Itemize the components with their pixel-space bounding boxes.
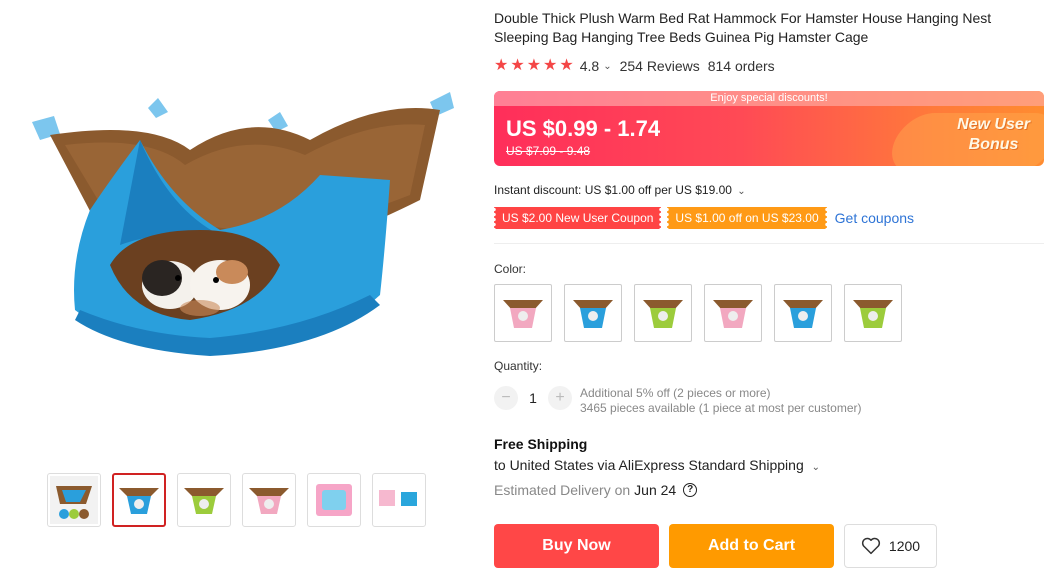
thumbnail-3[interactable] xyxy=(177,473,231,527)
quantity-increase-button[interactable]: + xyxy=(548,386,572,410)
bulk-discount-note: Additional 5% off (2 pieces or more) xyxy=(580,386,771,400)
instant-discount[interactable]: Instant discount: US $1.00 off per US $1… xyxy=(494,183,746,197)
buy-now-button[interactable]: Buy Now xyxy=(494,524,659,568)
action-buttons: Buy Now Add to Cart 1200 xyxy=(494,524,937,568)
thumbnail-2[interactable] xyxy=(112,473,166,527)
quantity-input[interactable]: 1 xyxy=(518,386,548,410)
chevron-down-icon: ⌄ xyxy=(737,186,746,197)
quantity-label: Quantity: xyxy=(494,359,543,373)
star-icon: ★ xyxy=(510,57,525,74)
color-label: Color: xyxy=(494,262,527,276)
color-option-pink[interactable] xyxy=(494,284,552,342)
bonus-line-2: Bonus xyxy=(968,136,1019,153)
add-to-cart-button[interactable]: Add to Cart xyxy=(669,524,834,568)
get-coupons-link[interactable]: Get coupons xyxy=(835,210,914,226)
coupon-row: US $2.00 New User Coupon US $1.00 off on… xyxy=(494,207,914,229)
quantity-info: Additional 5% off (2 pieces or more) 346… xyxy=(580,386,861,416)
estimated-delivery: Estimated Delivery on Jun 24 ? xyxy=(494,482,698,498)
orders-count: 814 orders xyxy=(707,58,775,74)
original-price: US $7.09 - 9.48 xyxy=(506,144,591,158)
shipping-method[interactable]: to United States via AliExpress Standard… xyxy=(494,457,820,473)
quantity-stepper: − 1 + Additional 5% off (2 pieces or mor… xyxy=(494,386,861,416)
thumbnail-6[interactable] xyxy=(372,473,426,527)
help-icon[interactable]: ? xyxy=(683,483,698,497)
product-main-image[interactable] xyxy=(20,80,465,380)
shipping-title: Free Shipping xyxy=(494,436,588,452)
thumbnail-1[interactable] xyxy=(47,473,101,527)
star-icon: ★ xyxy=(543,57,558,74)
color-option-green-2[interactable] xyxy=(844,284,902,342)
reviews-link[interactable]: 254 Reviews xyxy=(620,58,700,74)
bonus-line-1: New User xyxy=(957,116,1030,133)
chevron-down-icon: ⌄ xyxy=(811,462,821,473)
rating-stars[interactable]: ★ ★ ★ ★ ★ xyxy=(494,58,574,74)
stock-note: 3465 pieces available (1 piece at most p… xyxy=(580,401,862,415)
new-user-coupon[interactable]: US $2.00 New User Coupon xyxy=(494,207,662,229)
quantity-decrease-button[interactable]: − xyxy=(494,386,518,410)
thumbnail-4[interactable] xyxy=(242,473,296,527)
thumbnail-5[interactable] xyxy=(307,473,361,527)
color-option-pink-2[interactable] xyxy=(704,284,762,342)
delivery-date: Jun 24 xyxy=(634,482,677,498)
heart-icon xyxy=(861,537,880,555)
color-options xyxy=(494,284,902,342)
product-title: Double Thick Plush Warm Bed Rat Hammock … xyxy=(494,10,992,45)
star-icon: ★ xyxy=(494,57,509,74)
color-option-green[interactable] xyxy=(634,284,692,342)
shipping-method-text: to United States via AliExpress Standard… xyxy=(494,457,804,473)
store-coupon[interactable]: US $1.00 off on US $23.00 xyxy=(667,207,827,229)
star-icon: ★ xyxy=(526,57,542,74)
rating-value[interactable]: 4.8 xyxy=(580,58,599,74)
rating-row: ★ ★ ★ ★ ★ 4.8 ⌄ 254 Reviews 814 orders xyxy=(494,58,775,75)
price-banner: Enjoy special discounts! US $0.99 - 1.74… xyxy=(494,91,1044,166)
divider xyxy=(494,243,1044,244)
wishlist-count: 1200 xyxy=(888,538,921,554)
color-option-blue-2[interactable] xyxy=(774,284,832,342)
star-icon: ★ xyxy=(559,57,574,74)
banner-caption: Enjoy special discounts! xyxy=(494,91,1044,106)
instant-discount-text: Instant discount: US $1.00 off per US $1… xyxy=(494,183,732,197)
color-option-blue[interactable] xyxy=(564,284,622,342)
chevron-down-icon[interactable]: ⌄ xyxy=(603,61,611,72)
delivery-label: Estimated Delivery on xyxy=(494,482,631,498)
current-price: US $0.99 - 1.74 xyxy=(506,116,661,141)
wishlist-button[interactable]: 1200 xyxy=(844,524,937,568)
new-user-bonus[interactable]: New User Bonus xyxy=(957,115,1030,155)
thumbnail-strip xyxy=(47,473,426,527)
